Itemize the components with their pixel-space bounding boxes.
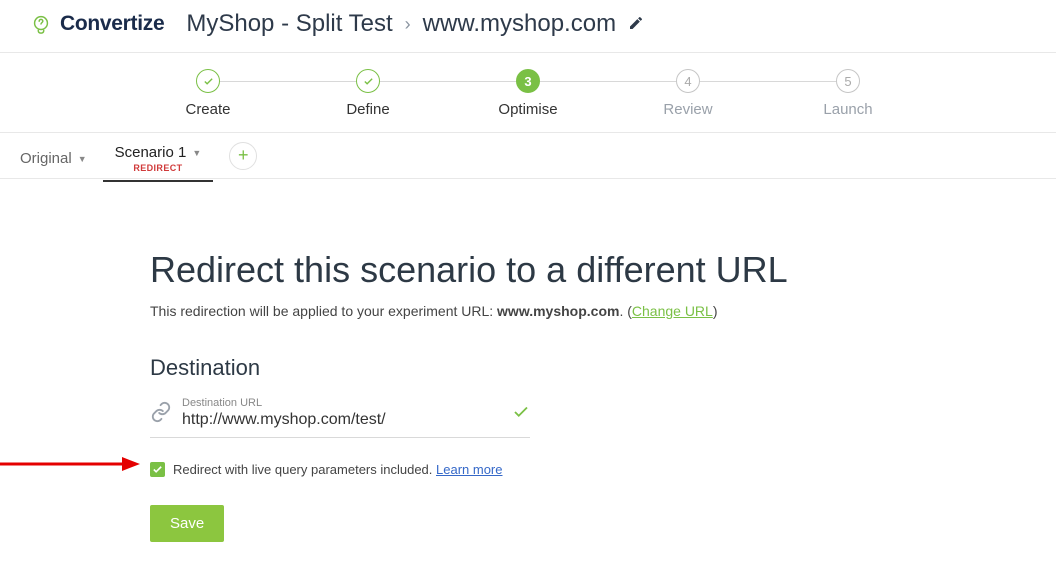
step-launch[interactable]: 5 Launch [768, 69, 928, 118]
brand-name: Convertize [60, 12, 164, 36]
stepper: Create Define 3 Optimise 4 Review 5 Laun… [0, 53, 1056, 133]
link-icon [150, 401, 172, 428]
page-title: Redirect this scenario to a different UR… [150, 249, 1056, 291]
scenario-tabs: Original ▼ Scenario 1 ▼ REDIRECT + [0, 133, 1056, 179]
tab-label: Original [20, 150, 72, 167]
tab-scenario-1[interactable]: Scenario 1 ▼ REDIRECT [109, 138, 208, 173]
redirect-params-checkbox[interactable] [150, 462, 165, 477]
step-number: 3 [516, 69, 540, 93]
redirect-params-row: Redirect with live query parameters incl… [150, 462, 1056, 477]
step-review[interactable]: 4 Review [608, 69, 768, 118]
top-bar: Convertize MyShop - Split Test › www.mys… [0, 0, 1056, 53]
step-define[interactable]: Define [288, 69, 448, 118]
checkbox-label: Redirect with live query parameters incl… [173, 462, 436, 477]
brand: Convertize [30, 12, 164, 36]
breadcrumb-project[interactable]: MyShop - Split Test [186, 10, 392, 38]
step-label: Launch [823, 101, 872, 118]
step-label: Define [346, 101, 389, 118]
tab-original[interactable]: Original ▼ [14, 144, 93, 167]
destination-url-input[interactable] [182, 409, 504, 431]
breadcrumb: MyShop - Split Test › www.myshop.com [186, 10, 644, 38]
chevron-down-icon: ▼ [78, 154, 87, 164]
chevron-down-icon: ▼ [192, 148, 201, 158]
step-label: Optimise [498, 101, 557, 118]
destination-heading: Destination [150, 355, 1056, 381]
step-label: Create [185, 101, 230, 118]
sub-prefix: This redirection will be applied to your… [150, 303, 497, 319]
step-number: 4 [676, 69, 700, 93]
brand-icon [30, 13, 52, 35]
main-content: Redirect this scenario to a different UR… [0, 179, 1056, 582]
learn-more-link[interactable]: Learn more [436, 462, 502, 477]
change-url-link[interactable]: Change URL [632, 303, 713, 319]
breadcrumb-url[interactable]: www.myshop.com [423, 10, 616, 38]
add-scenario-button[interactable]: + [229, 142, 257, 170]
sub-close: ) [713, 303, 718, 319]
redirect-badge: REDIRECT [133, 163, 182, 173]
destination-field: Destination URL [150, 395, 530, 438]
page-subtitle: This redirection will be applied to your… [150, 303, 1056, 319]
step-create[interactable]: Create [128, 69, 288, 118]
save-button[interactable]: Save [150, 505, 224, 542]
check-icon [512, 403, 530, 426]
step-number: 5 [836, 69, 860, 93]
step-optimise[interactable]: 3 Optimise [448, 69, 608, 118]
sub-suffix: . ( [619, 303, 631, 319]
edit-icon[interactable] [628, 10, 644, 38]
step-label: Review [663, 101, 712, 118]
tab-label: Scenario 1 [115, 144, 187, 161]
destination-label: Destination URL [182, 397, 504, 409]
experiment-url: www.myshop.com [497, 303, 619, 319]
chevron-right-icon: › [405, 14, 411, 35]
